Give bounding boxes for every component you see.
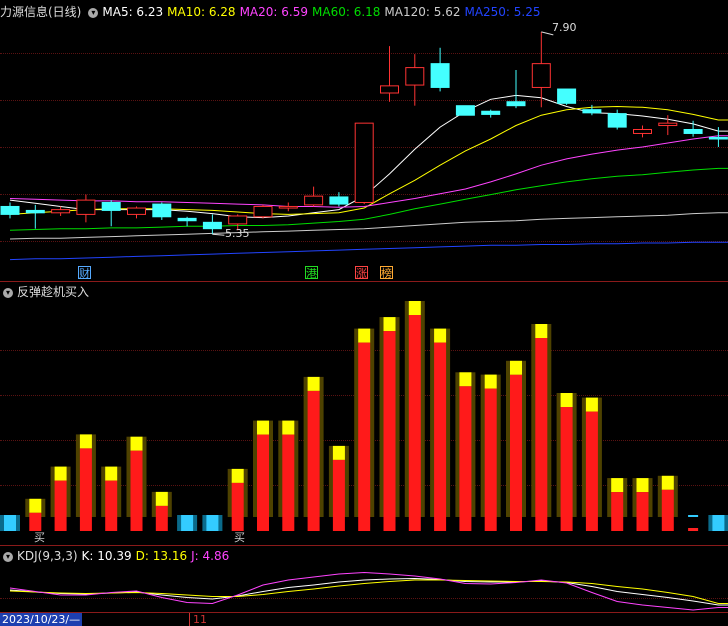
kdj-line-j <box>9 571 728 611</box>
month-tick-label: 11 <box>189 613 207 626</box>
stock-chart-window: 力源信息(日线) ▾ MA5: 6.23 MA10: 6.28 MA20: 6.59 MA… <box>0 0 728 626</box>
kdj-chart[interactable] <box>0 0 728 626</box>
date-cursor-label: 2023/10/23/— <box>0 613 83 626</box>
panel-separator <box>0 612 728 613</box>
